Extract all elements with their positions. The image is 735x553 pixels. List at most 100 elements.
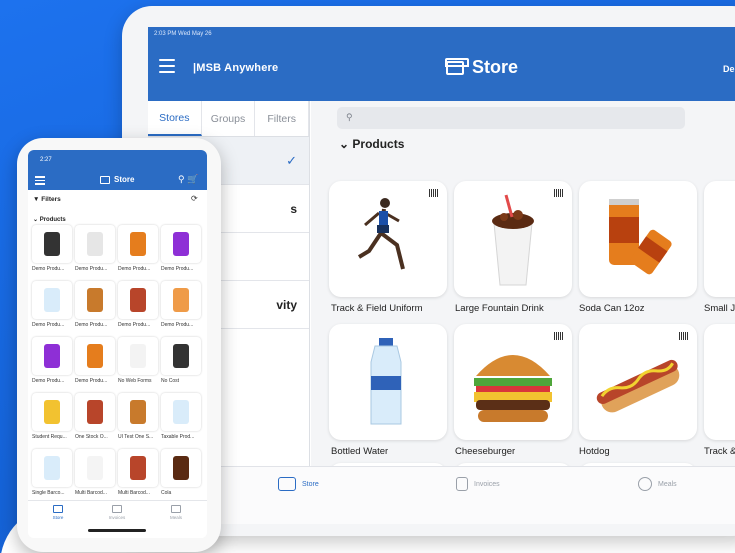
product-name: Taxable Prod...	[161, 434, 195, 440]
sidebar-tabs: Stores Groups Filters	[148, 101, 310, 137]
store-icon	[100, 175, 110, 184]
product-card[interactable]	[704, 181, 735, 297]
menu-icon[interactable]	[159, 59, 175, 73]
store-icon	[278, 477, 296, 491]
product-card[interactable]	[329, 324, 447, 440]
product-card[interactable]	[118, 281, 158, 319]
nav-meals[interactable]: Meals	[161, 505, 191, 520]
refresh-icon[interactable]: ⟳	[191, 194, 198, 203]
main-content: ⚲ ⌄ Products Track & Field Uniform Large…	[311, 101, 735, 524]
nav-meals[interactable]: Meals	[638, 477, 677, 491]
product-thumbnail	[87, 400, 103, 424]
product-thumbnail	[87, 456, 103, 480]
tab-groups[interactable]: Groups	[202, 101, 256, 136]
tab-stores[interactable]: Stores	[148, 101, 202, 136]
product-card[interactable]	[118, 337, 158, 375]
product-card[interactable]	[579, 324, 697, 440]
phone-header: 2:27 Store ⚲ 🛒	[28, 150, 207, 190]
product-card[interactable]	[75, 449, 115, 487]
product-name: Track & Field Uniform	[331, 303, 423, 314]
fountain-drink-image	[492, 194, 534, 286]
phone-bottom-nav: Store Invoices Meals	[28, 500, 207, 538]
product-name: Demo Produ...	[161, 322, 194, 328]
product-name: Demo Produ...	[161, 266, 194, 272]
product-name: Multi Barcod...	[118, 490, 150, 496]
hotdog-image	[596, 359, 680, 413]
products-header[interactable]: ⌄ Products	[339, 137, 404, 151]
filters-button[interactable]: ▼ Filters	[33, 196, 61, 203]
phone-screen: 2:27 Store ⚲ 🛒 ▼ Filters ⟳ ⌄ Products De…	[28, 150, 207, 538]
product-name: One Stock O...	[75, 434, 108, 440]
product-card[interactable]	[75, 225, 115, 263]
product-thumbnail	[173, 232, 189, 256]
product-card[interactable]	[161, 281, 201, 319]
page-title: Store	[445, 57, 518, 78]
apple-icon	[171, 505, 181, 513]
product-thumbnail	[44, 400, 60, 424]
product-name: No Web Forms	[118, 378, 152, 384]
product-name: Demo Produ...	[32, 266, 65, 272]
nav-invoices[interactable]: Invoices	[456, 477, 500, 491]
product-card[interactable]	[32, 225, 72, 263]
product-card[interactable]	[32, 337, 72, 375]
product-card[interactable]	[161, 337, 201, 375]
search-input[interactable]: ⚲	[337, 107, 685, 129]
search-icon: ⚲	[346, 112, 353, 122]
product-name: Small Ju	[704, 303, 735, 314]
product-thumbnail	[173, 344, 189, 368]
product-card[interactable]	[161, 449, 201, 487]
product-card[interactable]	[32, 281, 72, 319]
product-card[interactable]	[704, 324, 735, 440]
nav-store[interactable]: Store	[278, 477, 319, 491]
product-card[interactable]	[161, 225, 201, 263]
product-card[interactable]	[118, 393, 158, 431]
product-name: Student Requ...	[32, 434, 67, 440]
phone-title: Store	[100, 175, 134, 184]
product-card[interactable]	[32, 449, 72, 487]
product-name: Demo Produ...	[75, 322, 108, 328]
product-card[interactable]	[454, 324, 572, 440]
runner-image	[357, 198, 405, 270]
product-card[interactable]	[75, 281, 115, 319]
barcode-icon	[429, 189, 439, 197]
product-card[interactable]	[75, 337, 115, 375]
tab-filters[interactable]: Filters	[255, 101, 310, 136]
product-card[interactable]	[329, 181, 447, 297]
product-card[interactable]	[32, 393, 72, 431]
store-icon	[445, 57, 469, 75]
product-thumbnail	[130, 400, 146, 424]
product-thumbnail	[44, 456, 60, 480]
product-name: Demo Produ...	[75, 378, 108, 384]
product-thumbnail	[87, 344, 103, 368]
product-card[interactable]	[579, 181, 697, 297]
product-name: Demo Produ...	[32, 322, 65, 328]
header-right-text[interactable]: De	[723, 64, 735, 74]
product-name: Bottled Water	[331, 446, 389, 457]
invoice-icon	[112, 505, 122, 513]
product-thumbnail	[173, 400, 189, 424]
nav-invoices[interactable]: Invoices	[102, 505, 132, 520]
product-thumbnail	[130, 456, 146, 480]
search-icon[interactable]: ⚲ 🛒	[178, 174, 198, 185]
product-card[interactable]	[118, 449, 158, 487]
water-bottle-image	[370, 338, 402, 425]
product-thumbnail	[44, 288, 60, 312]
product-name: UI Test One S...	[118, 434, 154, 440]
soda-can-image	[609, 199, 672, 275]
product-name: Hotdog	[579, 446, 610, 457]
product-card[interactable]	[161, 393, 201, 431]
product-card[interactable]	[454, 181, 572, 297]
apple-icon	[638, 477, 652, 491]
product-card[interactable]	[118, 225, 158, 263]
phone-status: 2:27	[40, 157, 52, 163]
nav-store[interactable]: Store	[43, 505, 73, 520]
products-header[interactable]: ⌄ Products	[33, 216, 66, 223]
product-card[interactable]	[75, 393, 115, 431]
product-name: No Cost	[161, 378, 180, 384]
product-thumbnail	[44, 344, 60, 368]
product-name: Demo Produ...	[118, 322, 151, 328]
menu-icon[interactable]	[35, 176, 45, 187]
app-name: |MSB Anywhere	[193, 62, 279, 74]
product-name: Multi Barcod...	[75, 490, 107, 496]
barcode-icon	[554, 189, 564, 197]
